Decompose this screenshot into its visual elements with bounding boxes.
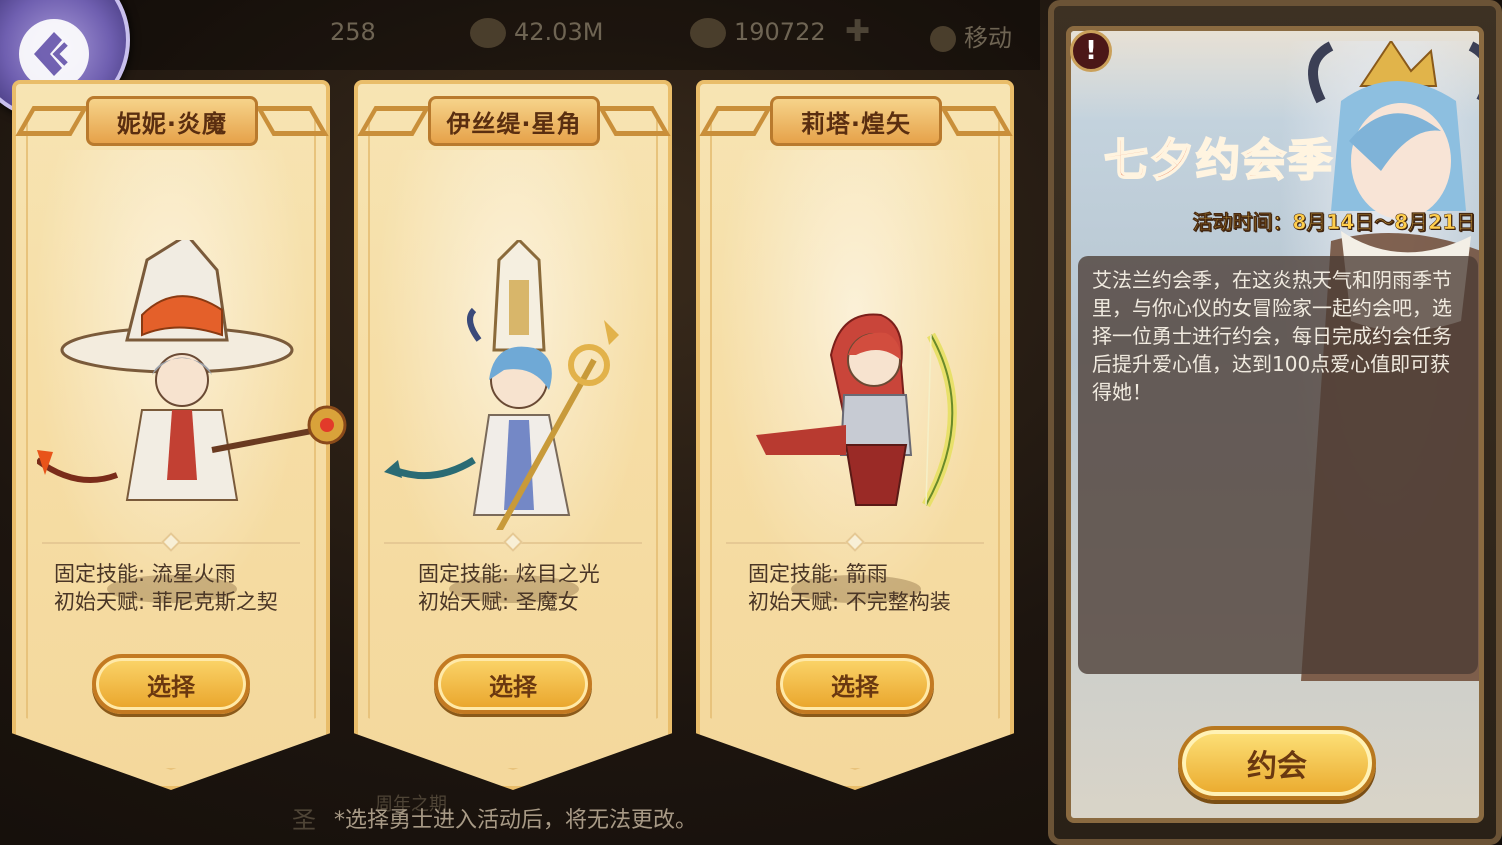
event-description: 艾法兰约会季，在这炎热天气和阴雨季节里，与你心仪的女冒险家一起约会吧，选择一位勇… <box>1092 268 1452 404</box>
select-hero-button[interactable]: 选择 <box>434 654 592 714</box>
back-icon <box>19 19 89 89</box>
hero-figure-lita <box>756 313 957 508</box>
fixed-skill: 固定技能: 流星火雨 <box>54 562 236 586</box>
top-resource-bar: 258 42.03M 190722 ✚ 移动 <box>0 0 1040 70</box>
hero-name-banner: 莉塔·煌矢 <box>699 92 1013 150</box>
date-button[interactable]: 约会 <box>1178 726 1376 800</box>
move-icon <box>930 26 956 52</box>
select-hero-button[interactable]: 选择 <box>776 654 934 714</box>
resource-count-gold: 42.03M <box>470 18 603 48</box>
divider <box>384 532 642 552</box>
gem-icon <box>690 18 726 48</box>
hero-name-banner: 伊丝缇·星角 <box>357 92 671 150</box>
hero-name: 妮妮·炎魔 <box>86 96 258 146</box>
hero-name-banner: 妮妮·炎魔 <box>15 92 329 150</box>
add-resource-icon: ✚ <box>845 14 871 49</box>
background-label-side: 圣 <box>292 806 316 834</box>
hero-card-yisiti: 伊丝缇·星角 固定技能: 炫目之光 初始天赋: 圣魔女 选择 <box>354 80 672 790</box>
event-description-box: 艾法兰约会季，在这炎热天气和阴雨季节里，与你心仪的女冒险家一起约会吧，选择一位勇… <box>1078 256 1478 674</box>
event-time: 活动时间：8月14日～8月21日 <box>1192 210 1476 235</box>
coin-icon <box>470 18 506 48</box>
divider <box>42 532 300 552</box>
select-hero-button[interactable]: 选择 <box>92 654 250 714</box>
warning-icon[interactable]: ! <box>1070 30 1112 72</box>
initial-talent: 初始天赋: 菲尼克斯之契 <box>54 590 278 614</box>
resource-count-1: 258 <box>330 18 376 46</box>
event-panel: ! 七夕约会季 活动时间：8月14日～8月21日 艾法兰约会季，在这炎热天气和阴… <box>1048 0 1502 845</box>
hero-name: 伊丝缇·星角 <box>428 96 600 146</box>
move-button: 移动 <box>930 18 1012 53</box>
fixed-skill: 固定技能: 炫目之光 <box>418 562 600 586</box>
selection-notice: *选择勇士进入活动后，将无法更改。 <box>334 808 698 833</box>
hero-figure-nini <box>37 240 347 501</box>
initial-talent: 初始天赋: 不完整构装 <box>748 590 951 614</box>
hero-card-lita: 莉塔·煌矢 固定技能: 箭雨 初始天赋: 不完整构装 选择 <box>696 80 1014 790</box>
hero-figure-yisiti <box>384 240 619 530</box>
hero-card-nini: 妮妮·炎魔 固定技能: 流星火雨 初始天赋: 菲尼克斯之契 选择 <box>12 80 347 790</box>
hero-name: 莉塔·煌矢 <box>770 96 942 146</box>
initial-talent: 初始天赋: 圣魔女 <box>418 590 579 614</box>
event-title: 七夕约会季 <box>1103 134 1334 187</box>
fixed-skill: 固定技能: 箭雨 <box>748 562 888 586</box>
resource-count-gem: 190722 <box>690 18 826 48</box>
divider <box>726 532 984 552</box>
